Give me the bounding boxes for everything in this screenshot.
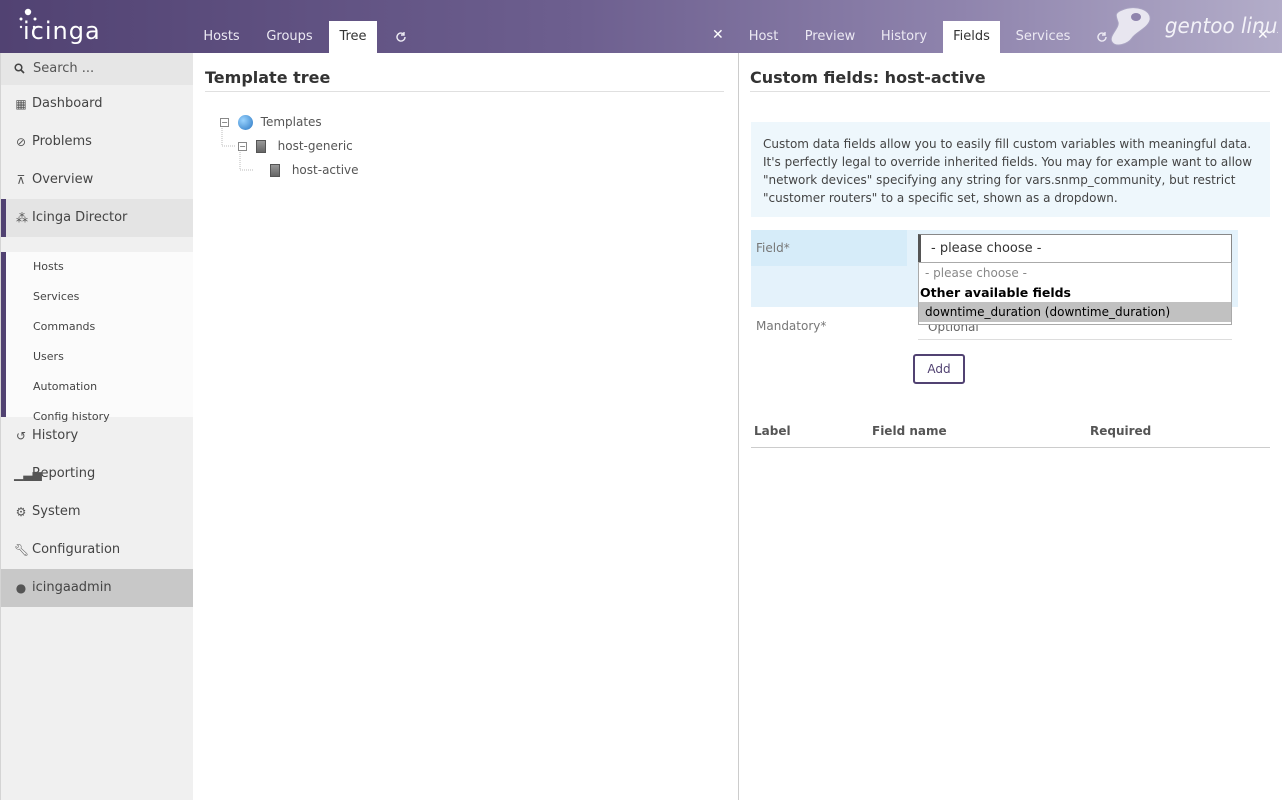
nav-label: Icinga Director — [32, 210, 128, 225]
tree-node-host-active[interactable]: host-active — [270, 161, 359, 179]
wrench-icon: 🔧︎ — [14, 543, 30, 557]
gentoo-watermark-text: gentoo linux — [1165, 14, 1278, 39]
nav-label: icingaadmin — [32, 580, 112, 595]
tree-node-label: Templates — [260, 115, 322, 129]
nav-user[interactable]: ● icingaadmin — [1, 569, 194, 607]
tab-groups[interactable]: Groups — [256, 21, 323, 53]
nav-overview[interactable]: ⊼ Overview — [1, 161, 194, 199]
subnav-commands[interactable]: Commands — [6, 312, 194, 342]
server-icon — [270, 164, 280, 177]
nav-history[interactable]: ↺ History — [1, 417, 194, 455]
nav-label: History — [32, 428, 79, 443]
tab-services[interactable]: Services — [1008, 21, 1078, 53]
app-header: icinga Hosts Groups Tree ✕ Host Preview … — [0, 0, 1282, 53]
nav-configuration[interactable]: 🔧︎ Configuration — [1, 531, 194, 569]
dropdown-group-label: Other available fields — [920, 285, 1071, 300]
tab-preview[interactable]: Preview — [798, 21, 862, 53]
add-button[interactable]: Add — [913, 354, 965, 384]
gentoo-watermark-logo: gentoo linux — [1110, 7, 1278, 46]
close-icon[interactable]: ✕ — [712, 27, 724, 43]
user-icon: ● — [15, 581, 27, 595]
nav-dashboard[interactable]: ▦ Dashboard — [1, 85, 194, 123]
nav-label: Problems — [32, 134, 92, 149]
page-title: Custom fields: host-active — [750, 68, 1270, 92]
problems-icon: ⊘ — [15, 135, 27, 149]
system-icon: ⚙ — [15, 505, 27, 519]
tree-node-templates[interactable]: − Templates — [220, 113, 322, 131]
tab-host[interactable]: Host — [742, 21, 785, 53]
director-submenu: Hosts Services Commands Users Automation… — [1, 252, 194, 423]
column-header-label: Label — [754, 424, 791, 438]
template-tree-panel: Template tree − Templates − host-generic… — [193, 53, 737, 800]
dropdown-option-placeholder[interactable]: - please choose - — [919, 263, 1231, 283]
server-icon — [255, 140, 266, 153]
tab-fields[interactable]: Fields — [943, 21, 1000, 53]
nav-system[interactable]: ⚙ System — [1, 493, 194, 531]
dropdown-option-highlighted[interactable]: downtime_duration (downtime_duration) — [919, 302, 1231, 322]
search-placeholder: Search ... — [33, 61, 95, 76]
tab-history[interactable]: History — [873, 21, 935, 53]
globe-icon — [237, 115, 253, 130]
nav-label: Overview — [32, 172, 94, 187]
tab-tree[interactable]: Tree — [329, 21, 377, 53]
logo-text: icinga — [23, 17, 101, 45]
tab-hosts[interactable]: Hosts — [193, 21, 250, 53]
history-icon: ↺ — [15, 429, 27, 443]
tree-node-host-generic[interactable]: − host-generic — [238, 137, 353, 155]
collapse-icon[interactable]: − — [238, 142, 247, 151]
search-icon — [14, 53, 25, 84]
tree-node-label: host-generic — [277, 139, 353, 153]
subnav-hosts[interactable]: Hosts — [6, 252, 194, 282]
overview-icon: ⊼ — [16, 173, 26, 187]
nav-reporting[interactable]: ▁▃▅ Reporting — [1, 455, 194, 493]
table-header-divider — [751, 447, 1270, 448]
custom-fields-panel: Custom fields: host-active Custom data f… — [738, 53, 1282, 800]
nav-icinga-director[interactable]: ⁂ Icinga Director — [1, 199, 194, 237]
nav-label: Configuration — [32, 542, 121, 557]
tree-node-label: host-active — [291, 163, 359, 177]
nav-label: Dashboard — [32, 96, 103, 111]
icinga-logo[interactable]: icinga — [18, 6, 122, 46]
info-hint: Custom data fields allow you to easily f… — [751, 122, 1270, 217]
column-header-required: Required — [1090, 424, 1152, 438]
nav-problems[interactable]: ⊘ Problems — [1, 123, 194, 161]
subnav-automation[interactable]: Automation — [6, 372, 194, 402]
nav-label: System — [32, 504, 81, 519]
subnav-services[interactable]: Services — [6, 282, 194, 312]
sidebar: Search ... ▦ Dashboard ⊘ Problems ⊼ Over… — [0, 53, 194, 800]
subnav-users[interactable]: Users — [6, 342, 194, 372]
field-label: Field* — [756, 241, 790, 255]
field-dropdown-list: - please choose - Other available fields… — [918, 262, 1232, 325]
search-input[interactable]: Search ... — [1, 53, 194, 85]
column-header-field-name: Field name — [872, 424, 947, 438]
page-title: Template tree — [205, 68, 724, 92]
director-icon: ⁂ — [16, 211, 28, 225]
refresh-icon[interactable] — [383, 21, 419, 53]
dashboard-icon: ▦ — [15, 97, 27, 111]
collapse-icon[interactable]: − — [220, 118, 229, 127]
field-select[interactable]: - please choose - — [918, 234, 1232, 263]
mandatory-label: Mandatory* — [756, 319, 827, 333]
reporting-icon: ▁▃▅ — [14, 467, 42, 481]
